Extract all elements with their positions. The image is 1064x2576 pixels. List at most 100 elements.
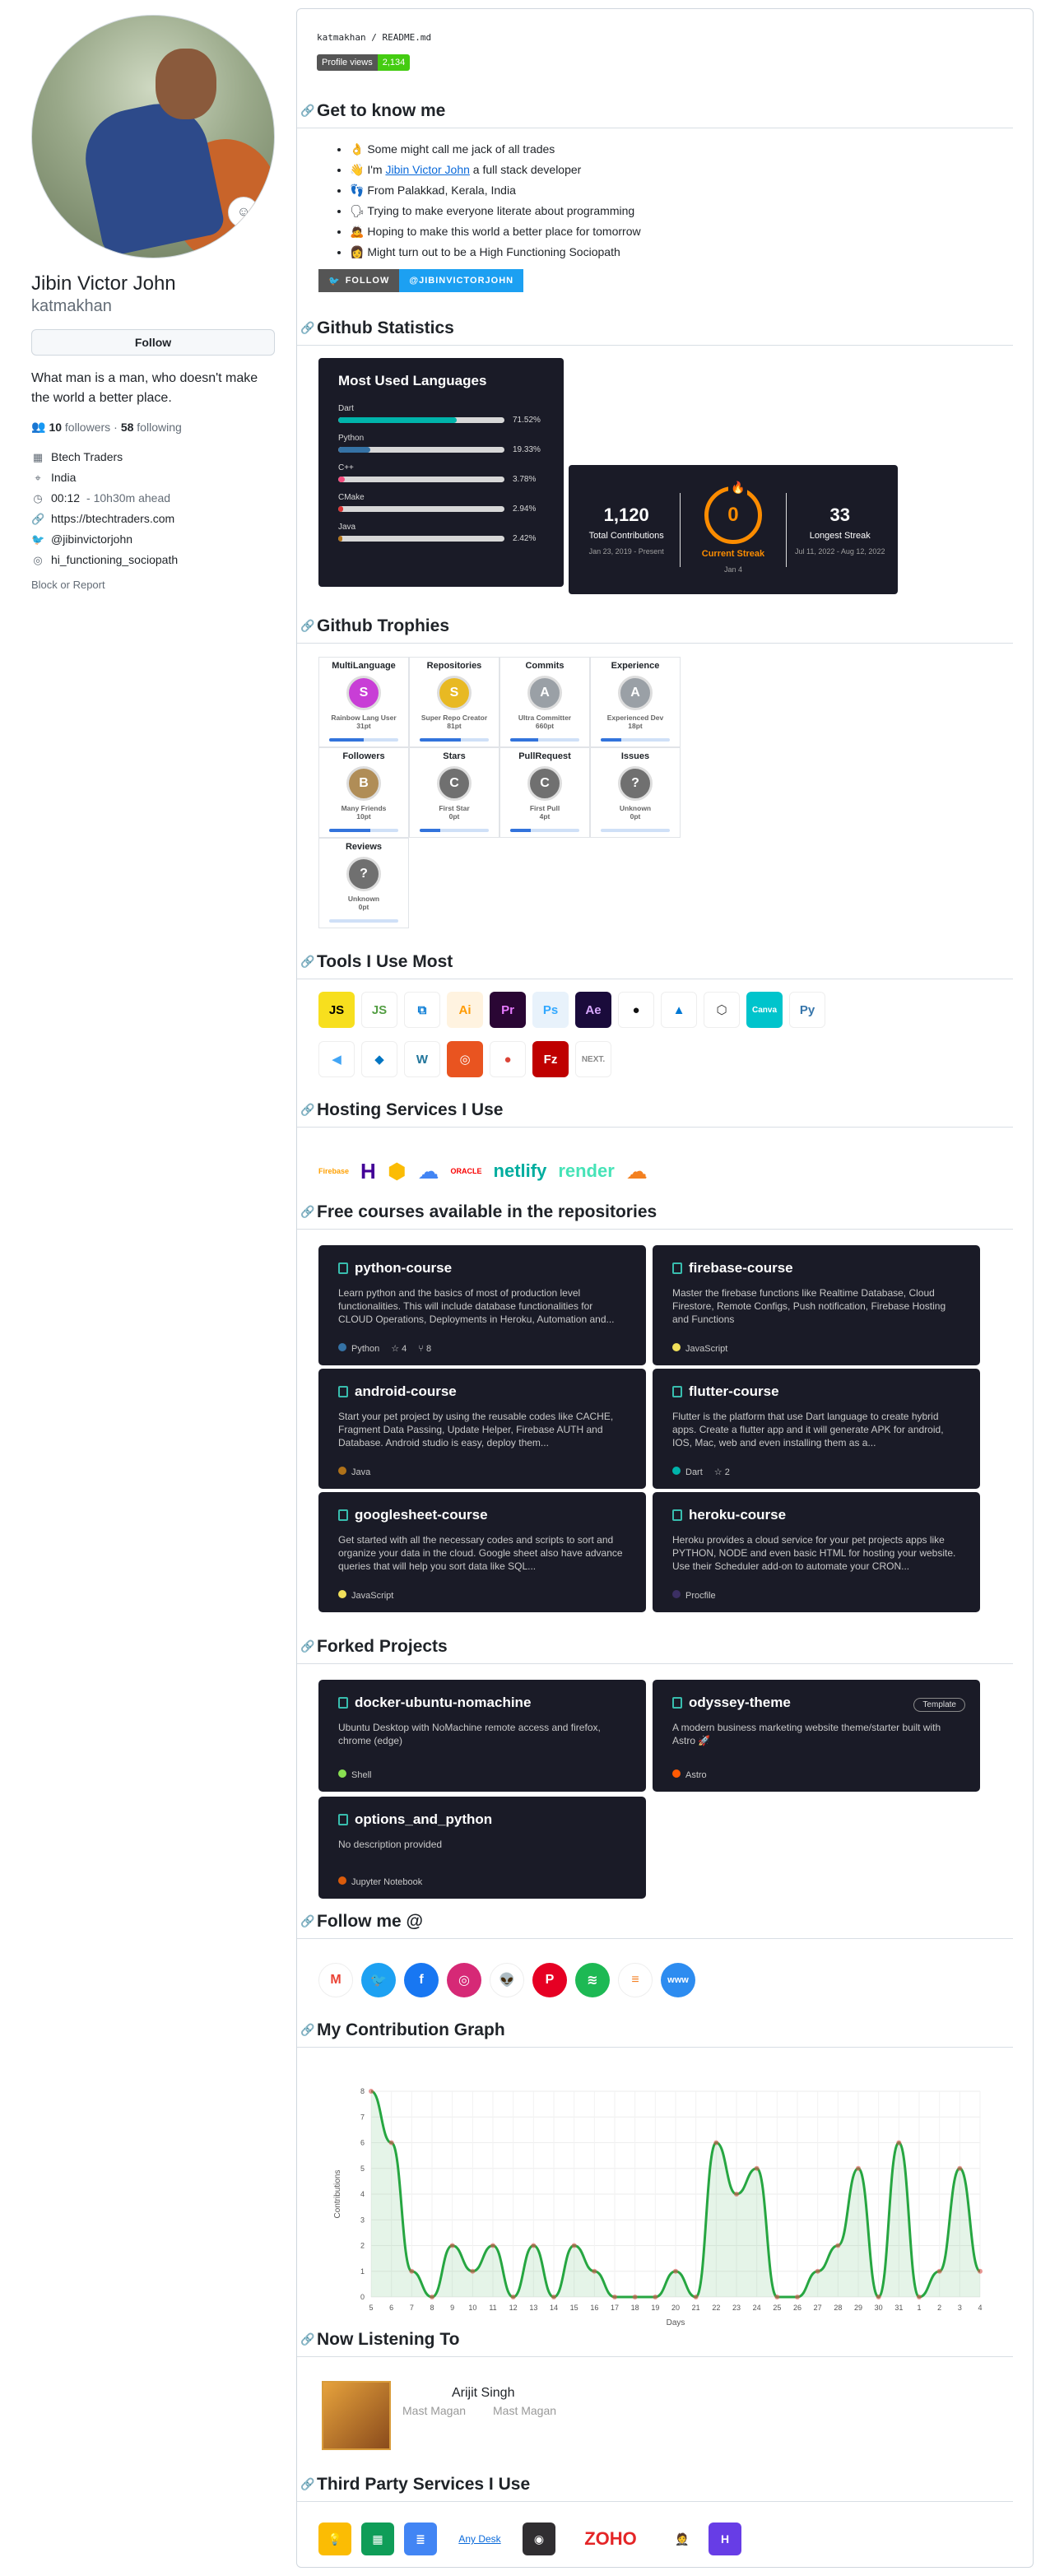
filezilla-icon[interactable]: Fz [532, 1041, 569, 1077]
anydesk-icon[interactable]: Any Desk [447, 2523, 513, 2555]
repo-name-text[interactable]: googlesheet-course [355, 1507, 488, 1523]
python-icon[interactable]: Py [789, 992, 825, 1028]
trophy-card[interactable]: Experience A Experienced Dev 18pt [590, 657, 681, 747]
firebase-icon[interactable]: Firebase [318, 1167, 349, 1175]
postman-icon[interactable]: 🤵 [666, 2523, 699, 2555]
bash-icon[interactable]: ⬡ [704, 992, 740, 1028]
flutter-icon[interactable]: ◀ [318, 1041, 355, 1077]
cloudflare-icon[interactable]: ☁ [626, 1159, 648, 1184]
repo-name[interactable]: googlesheet-course [338, 1507, 626, 1523]
repo-stars[interactable]: ☆ 4 [391, 1343, 407, 1354]
trophy-card[interactable]: Repositories S Super Repo Creator 81pt [409, 657, 499, 747]
google-keep-icon[interactable]: 💡 [318, 2523, 351, 2555]
pinterest-icon[interactable]: P [532, 1963, 567, 1997]
render-icon[interactable]: render [558, 1160, 614, 1182]
repo-name[interactable]: docker-ubuntu-nomachine [338, 1695, 626, 1711]
anchor-link-icon[interactable]: 🔗 [300, 1103, 314, 1117]
repo-card[interactable]: odyssey-theme Template A modern business m… [653, 1680, 980, 1792]
repo-card[interactable]: android-course Start your pet project by … [318, 1369, 646, 1489]
repo-name[interactable]: android-course [338, 1383, 626, 1400]
detail-instagram[interactable]: ◎ hi_functioning_sociopath [31, 550, 276, 570]
nodejs-icon[interactable]: JS [361, 992, 397, 1028]
repo-card[interactable]: docker-ubuntu-nomachine Ubuntu Desktop wi… [318, 1680, 646, 1792]
instagram-link[interactable]: hi_functioning_sociopath [51, 550, 178, 570]
repo-card[interactable]: flutter-course Flutter is the platform th… [653, 1369, 980, 1489]
trophy-card[interactable]: Commits A Ultra Committer 660pt [499, 657, 590, 747]
ubuntu-icon[interactable]: ◎ [447, 1041, 483, 1077]
premiere-icon[interactable]: Pr [490, 992, 526, 1028]
repo-name[interactable]: options_and_python [338, 1811, 626, 1828]
trophy-card[interactable]: Followers B Many Friends 10pt [318, 747, 409, 838]
repo-card[interactable]: heroku-course Heroku provides a cloud ser… [653, 1492, 980, 1612]
anchor-link-icon[interactable]: 🔗 [300, 321, 314, 335]
oracle-icon[interactable]: ORACLE [451, 1167, 482, 1175]
dart-icon[interactable]: ◆ [361, 1041, 397, 1077]
anchor-link-icon[interactable]: 🔗 [300, 1914, 314, 1928]
spotify-icon[interactable]: ≋ [575, 1963, 610, 1997]
repo-name-text[interactable]: options_and_python [355, 1811, 492, 1828]
repo-name-text[interactable]: android-course [355, 1383, 457, 1400]
anchor-link-icon[interactable]: 🔗 [300, 2332, 314, 2346]
status-emoji-icon[interactable]: ☺ [228, 197, 259, 228]
anchor-link-icon[interactable]: 🔗 [300, 619, 314, 633]
repo-card[interactable]: firebase-course Master the firebase funct… [653, 1245, 980, 1365]
wordpress-icon[interactable]: W [404, 1041, 440, 1077]
block-report-link[interactable]: Block or Report [31, 579, 276, 591]
album-art[interactable] [322, 2381, 391, 2450]
repo-name-text[interactable]: firebase-course [689, 1260, 793, 1276]
repo-name[interactable]: firebase-course [672, 1260, 960, 1276]
gcp-icon[interactable]: ⬢ [388, 1159, 407, 1184]
follow-button[interactable]: Follow [31, 329, 275, 356]
anchor-link-icon[interactable]: 🔗 [300, 2023, 314, 2037]
canva-icon[interactable]: Canva [746, 992, 783, 1028]
nextjs-icon[interactable]: NEXT. [575, 1041, 611, 1077]
illustrator-icon[interactable]: Ai [447, 992, 483, 1028]
streak-stats-card[interactable]: 1,120 Total Contributions Jan 23, 2019 -… [569, 465, 898, 594]
repo-card[interactable]: googlesheet-course Get started with all t… [318, 1492, 646, 1612]
detail-website[interactable]: 🔗 https://btechtraders.com [31, 509, 276, 529]
javascript-icon[interactable]: JS [318, 992, 355, 1028]
google-cloud-icon[interactable]: ☁ [418, 1159, 439, 1184]
repo-name-text[interactable]: heroku-course [689, 1507, 786, 1523]
trophy-card[interactable]: PullRequest C First Pull 4pt [499, 747, 590, 838]
reddit-icon[interactable]: 👽 [490, 1963, 524, 1997]
following-link[interactable]: 58 following [121, 421, 182, 434]
detail-twitter[interactable]: 🐦 @jibinvictorjohn [31, 529, 276, 550]
trophy-card[interactable]: Reviews? Unknown 0pt [318, 838, 409, 928]
zoho-icon[interactable]: ZOHO [565, 2523, 656, 2555]
website-icon[interactable]: www [661, 1963, 695, 1997]
facebook-icon[interactable]: f [404, 1963, 439, 1997]
repo-forks[interactable]: ⑂ 8 [418, 1344, 431, 1354]
heroku-icon[interactable]: H [360, 1159, 376, 1184]
trophy-card[interactable]: MultiLanguage S Rainbow Lang User 31pt [318, 657, 409, 747]
repo-name[interactable]: heroku-course [672, 1507, 960, 1523]
trophy-grid[interactable]: MultiLanguage S Rainbow Lang User 31pt Repos… [318, 657, 681, 928]
twitter-link[interactable]: @jibinvictorjohn [51, 529, 132, 550]
followers-link[interactable]: 10 followers [49, 421, 110, 434]
hostinger-icon[interactable]: H [709, 2523, 741, 2555]
obs-icon[interactable]: ◉ [523, 2523, 555, 2555]
twitter-follow-badge[interactable]: 🐦 FOLLOW @JIBINVICTORJOHN [318, 269, 524, 292]
vscode-icon[interactable]: ⧉ [404, 992, 440, 1028]
photoshop-icon[interactable]: Ps [532, 992, 569, 1028]
aftereffects-icon[interactable]: Ae [575, 992, 611, 1028]
repo-card[interactable]: python-course Learn python and the basics… [318, 1245, 646, 1365]
anchor-link-icon[interactable]: 🔗 [300, 2477, 314, 2491]
chrome-icon[interactable]: ● [490, 1041, 526, 1077]
repo-name-text[interactable]: flutter-course [689, 1383, 779, 1400]
website-link[interactable]: https://btechtraders.com [51, 509, 174, 529]
anchor-link-icon[interactable]: 🔗 [300, 955, 314, 969]
trophy-card[interactable]: Issues? Unknown 0pt [590, 747, 681, 838]
repo-name[interactable]: flutter-course [672, 1383, 960, 1400]
google-docs-icon[interactable]: ≣ [404, 2523, 437, 2555]
twitter-icon[interactable]: 🐦 [361, 1963, 396, 1997]
avatar[interactable]: ☺ [31, 15, 275, 258]
anchor-link-icon[interactable]: 🔗 [300, 1639, 314, 1653]
instagram-icon[interactable]: ◎ [447, 1963, 481, 1997]
stackoverflow-icon[interactable]: ≡ [618, 1963, 653, 1997]
azure-devops-icon[interactable]: ▲ [661, 992, 697, 1028]
readme-path[interactable]: katmakhan / README.md [317, 32, 1013, 43]
repo-name-text[interactable]: odyssey-theme [689, 1695, 791, 1711]
google-sheets-icon[interactable]: ▦ [361, 2523, 394, 2555]
repo-card[interactable]: options_and_python No description provide… [318, 1797, 646, 1899]
